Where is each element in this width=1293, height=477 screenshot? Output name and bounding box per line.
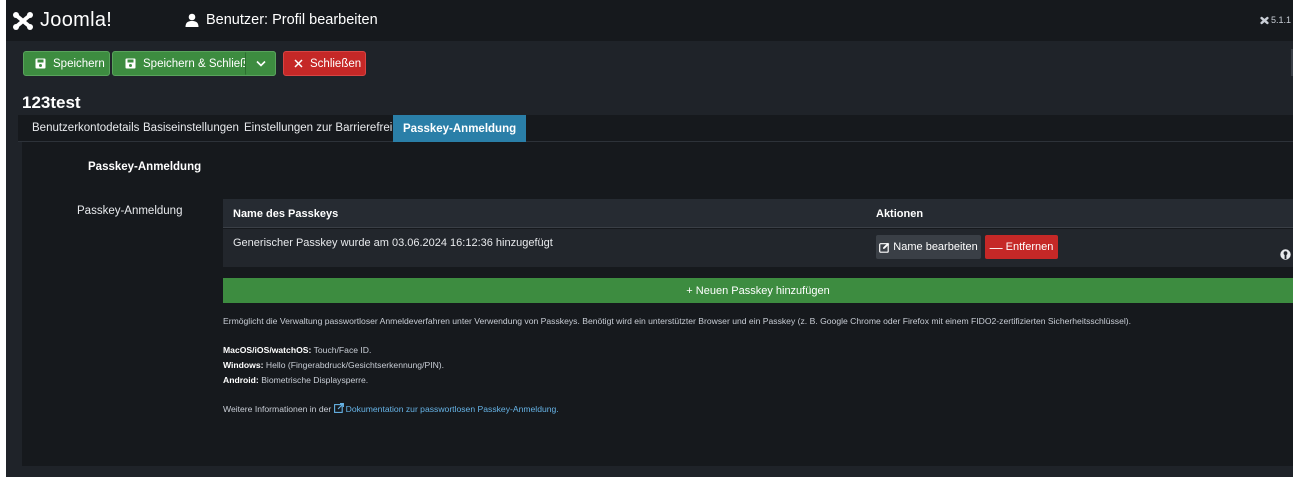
version-badge: 5.1.1 [1260, 15, 1291, 25]
top-header: Joomla! Benutzer: Profil bearbeiten 5.1.… [6, 0, 1293, 41]
edit-name-button[interactable]: Name bearbeiten [876, 235, 981, 259]
documentation-link-text: Dokumentation zur passwortlosen Passkey-… [345, 404, 559, 414]
edit-name-label: Name bearbeiten [893, 241, 978, 253]
page-heading: Benutzer: Profil bearbeiten [185, 12, 378, 28]
platform-value: Touch/Face ID. [313, 345, 372, 355]
brand-name: Joomla! [40, 9, 113, 31]
edit-icon [879, 242, 890, 253]
remove-button[interactable]: — Entfernen [985, 235, 1058, 259]
minus-icon: — [989, 239, 1003, 255]
save-options-dropdown[interactable] [245, 51, 276, 76]
version-text: 5.1.1 [1270, 15, 1291, 25]
tab-basic-settings[interactable]: Basiseinstellungen [143, 115, 239, 141]
tab-accessibility-settings[interactable]: Einstellungen zur Barrierefreiheit [244, 115, 411, 141]
platform-line: MacOS/iOS/watchOS: Touch/Face ID. [223, 345, 371, 355]
page-title: Benutzer: Profil bearbeiten [206, 12, 378, 28]
column-header-name: Name des Passkeys [233, 208, 339, 220]
tab-account-details[interactable]: Benutzerkontodetails [32, 115, 139, 141]
save-icon [35, 58, 46, 69]
more-info-line: Weitere Informationen in der Dokumentati… [223, 403, 559, 414]
platform-line: Windows: Hello (Fingerabdruck/Gesichtser… [223, 360, 444, 370]
platform-line: Android: Biometrische Displaysperre. [223, 375, 368, 385]
field-label: Passkey-Anmeldung [77, 205, 183, 217]
tab-bar: Benutzerkontodetails Basiseinstellungen … [18, 115, 1293, 142]
platform-name: Windows: [223, 360, 264, 370]
content-panel [22, 142, 1293, 466]
table-row: Generischer Passkey wurde am 03.06.2024 … [223, 229, 1293, 267]
chevron-down-icon [255, 60, 266, 67]
passkey-description: Ermöglicht die Verwaltung passwortloser … [223, 316, 1132, 326]
close-label: Schließen [310, 57, 362, 70]
user-icon [185, 13, 199, 27]
save-button[interactable]: Speichern [23, 51, 110, 76]
joomla-logo[interactable]: Joomla! [12, 9, 112, 32]
remove-label: Entfernen [1005, 241, 1054, 253]
save-label: Speichern [53, 57, 105, 70]
platform-value: Hello (Fingerabdruck/Gesichtserkennung/P… [265, 360, 445, 370]
joomla-logo-icon [13, 11, 33, 30]
table-header: Name des Passkeys Aktionen [223, 199, 1293, 228]
add-passkey-button[interactable]: + Neuen Passkey hinzufügen [223, 278, 1293, 303]
platform-name: Android: [223, 375, 259, 385]
column-header-actions: Aktionen [876, 208, 924, 220]
save-icon [125, 58, 136, 69]
record-title: 123test [22, 93, 81, 112]
close-button[interactable]: Schließen [283, 51, 366, 76]
platform-name: MacOS/iOS/watchOS: [223, 345, 312, 355]
save-close-label: Speichern & Schließen [143, 57, 260, 70]
tab-passkey-login[interactable]: Passkey-Anmeldung [393, 115, 527, 142]
documentation-link[interactable]: Dokumentation zur passwortlosen Passkey-… [333, 403, 559, 414]
fieldset-legend: Passkey-Anmeldung [88, 161, 202, 173]
platform-value: Biometrische Displaysperre. [261, 375, 369, 385]
external-link-icon [333, 403, 344, 413]
passkey-provider-icon [1280, 249, 1291, 260]
more-info-prefix: Weitere Informationen in der [223, 404, 332, 414]
passkey-name: Generischer Passkey wurde am 03.06.2024 … [233, 237, 553, 249]
joomla-small-icon [1260, 16, 1269, 24]
close-icon [294, 59, 303, 68]
app-window: Joomla! Benutzer: Profil bearbeiten 5.1.… [6, 0, 1293, 477]
